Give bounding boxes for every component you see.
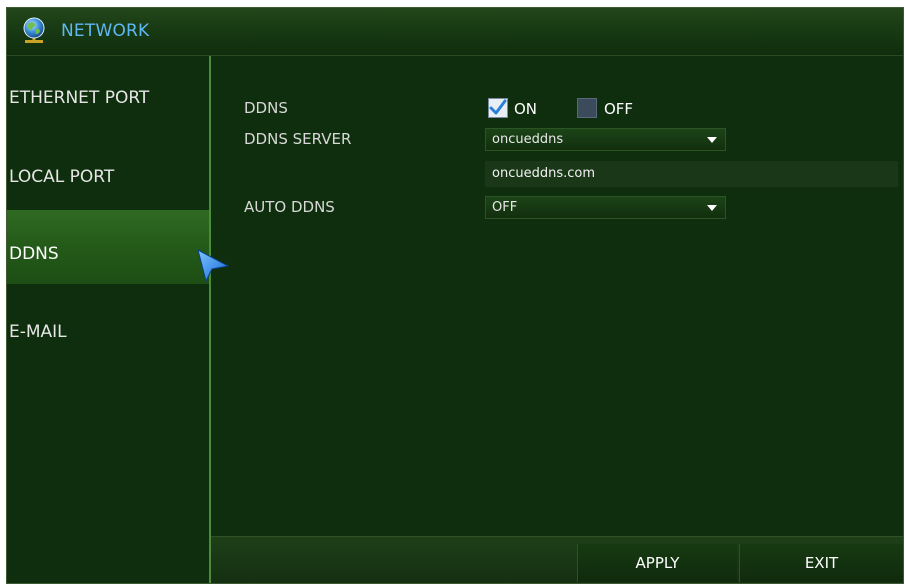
ddns-settings-panel: DDNS ON OFF DDNS SERVER oncueddns oncued…	[211, 56, 903, 536]
exit-button[interactable]: EXIT	[739, 544, 903, 582]
sidebar-item-label: LOCAL PORT	[9, 167, 115, 187]
ddns-off-checkbox[interactable]	[577, 98, 597, 118]
sidebar-item-local-port[interactable]: LOCAL PORT	[7, 136, 209, 210]
ddns-host-field[interactable]: oncueddns.com	[485, 161, 898, 187]
sidebar-item-ddns[interactable]: DDNS	[7, 210, 209, 284]
ddns-server-value: oncueddns	[492, 132, 564, 147]
sidebar-item-ethernet-port[interactable]: ETHERNET PORT	[7, 56, 209, 130]
sidebar-item-label: E-MAIL	[9, 322, 67, 342]
apply-button[interactable]: APPLY	[577, 544, 737, 582]
ddns-on-checkbox[interactable]	[488, 98, 508, 118]
auto-ddns-dropdown[interactable]: OFF	[485, 196, 726, 219]
sidebar-item-e-mail[interactable]: E-MAIL	[7, 292, 209, 366]
network-settings-window: NETWORK ETHERNET PORT LOCAL PORT DDNS E-…	[6, 7, 904, 584]
sidebar-item-label: DDNS	[9, 244, 59, 264]
title-bar: NETWORK	[7, 8, 903, 56]
chevron-down-icon	[707, 137, 717, 143]
ddns-on-label: ON	[514, 100, 538, 118]
sidebar-nav: ETHERNET PORT LOCAL PORT DDNS E-MAIL	[7, 56, 209, 583]
sidebar-item-label: ETHERNET PORT	[9, 88, 150, 108]
ddns-off-label: OFF	[604, 100, 634, 118]
auto-ddns-value: OFF	[492, 200, 518, 215]
ddns-server-label: DDNS SERVER	[244, 130, 352, 148]
ddns-label: DDNS	[244, 99, 288, 117]
chevron-down-icon	[707, 205, 717, 211]
ddns-host-value: oncueddns.com	[492, 166, 595, 181]
window-title: NETWORK	[61, 21, 150, 41]
checkmark-icon	[489, 99, 507, 115]
globe-network-icon	[23, 17, 45, 43]
auto-ddns-label: AUTO DDNS	[244, 198, 335, 216]
ddns-server-dropdown[interactable]: oncueddns	[485, 128, 726, 151]
